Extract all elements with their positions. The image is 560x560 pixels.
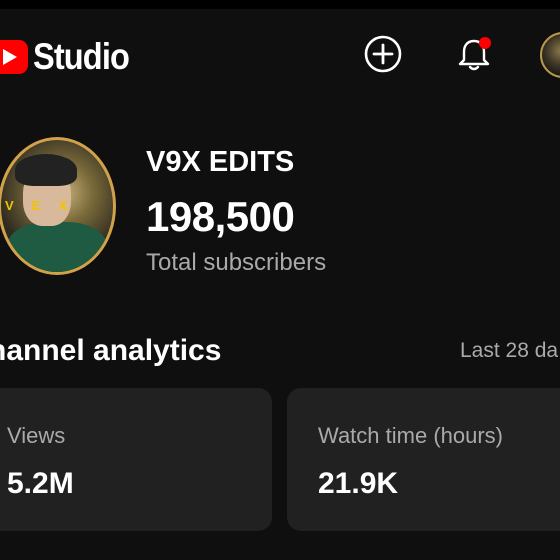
period-selector[interactable]: Last 28 da <box>460 339 558 363</box>
status-bar-strip <box>0 0 560 9</box>
studio-logo[interactable]: Studio <box>0 36 142 78</box>
views-label: Views <box>7 423 66 448</box>
top-app-bar: Studio <box>0 9 560 101</box>
channel-avatar[interactable]: VEX <box>0 137 116 275</box>
app-name: Studio <box>33 36 130 77</box>
account-avatar[interactable] <box>540 32 560 78</box>
notification-dot <box>479 37 491 49</box>
bell-icon <box>458 37 491 71</box>
subscriber-count: 198,500 <box>146 193 295 240</box>
section-title: hannel analytics <box>0 334 222 367</box>
watch-time-label: Watch time (hours) <box>318 423 504 448</box>
watch-time-card[interactable]: Watch time (hours) 21.9K <box>287 388 560 531</box>
youtube-play-logo-icon <box>0 40 28 74</box>
views-value: 5.2M <box>7 467 74 500</box>
notifications-button[interactable] <box>453 33 495 75</box>
channel-name: V9X EDITS <box>146 146 295 178</box>
views-card[interactable]: Views 5.2M <box>0 388 272 531</box>
add-circle-icon <box>364 35 402 73</box>
watch-time-value: 21.9K <box>318 467 399 500</box>
subscriber-label: Total subscribers <box>146 249 327 276</box>
create-button[interactable] <box>362 33 404 75</box>
